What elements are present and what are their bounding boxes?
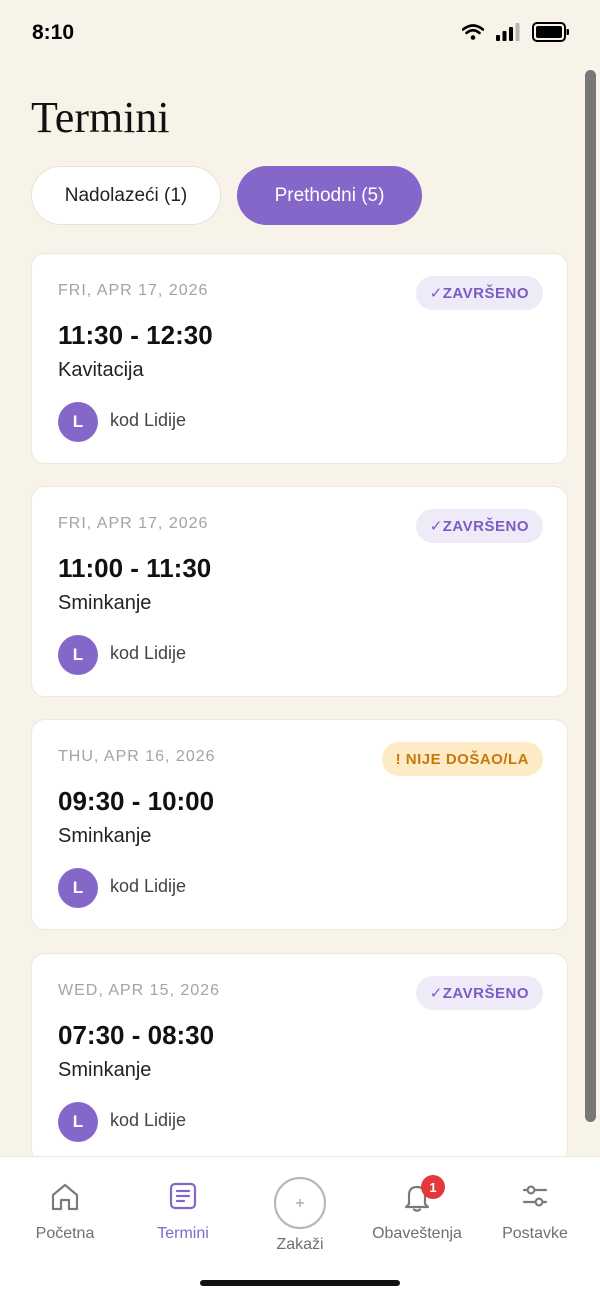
page-title: Termini [31, 93, 170, 142]
nav-settings-label: Postavke [502, 1225, 568, 1242]
avatar: L [58, 635, 98, 675]
appointment-tabs: Nadolazeći (1) Prethodni (5) [31, 166, 422, 225]
nav-appointments[interactable]: Termini [123, 1157, 243, 1257]
notification-count-badge: 1 [421, 1175, 445, 1199]
nav-appointments-label: Termini [157, 1225, 209, 1242]
appointment-date: WED, APR 15, 2026 [58, 982, 220, 999]
tab-previous[interactable]: Prethodni (5) [237, 166, 422, 225]
nav-settings[interactable]: Postavke [475, 1157, 595, 1257]
home-icon [51, 1183, 79, 1211]
nav-home[interactable]: Početna [5, 1157, 125, 1257]
bottom-nav: Početna Termini Zakaži 1 Obaveštenja Pos… [0, 1156, 600, 1299]
status-badge: ✓ZAVRŠENO [415, 276, 543, 310]
battery-icon [532, 22, 569, 42]
provider-name: kod Lidije [110, 1110, 187, 1130]
appointment-card[interactable]: FRI, APR 17, 2026 ✓ZAVRŠENO 11:00 - 11:3… [31, 486, 568, 697]
appointment-time: 07:30 - 08:30 [58, 1020, 215, 1050]
nav-home-label: Početna [35, 1225, 95, 1242]
status-icons [462, 22, 570, 42]
appointment-date: THU, APR 16, 2026 [58, 748, 216, 765]
list-icon [169, 1182, 197, 1210]
status-badge: ✓ZAVRŠENO [415, 509, 543, 543]
signal-icon [496, 23, 520, 41]
provider-name: kod Lidije [110, 876, 187, 896]
nav-notifications-label: Obaveštenja [372, 1225, 462, 1242]
status-badge: ✓ZAVRŠENO [415, 976, 543, 1010]
status-time: 8:10 [32, 21, 75, 44]
plus-icon [273, 1176, 327, 1230]
appointment-card[interactable]: THU, APR 16, 2026 ! NIJE DOŠAO/LA 09:30 … [31, 719, 568, 930]
avatar: L [58, 1102, 98, 1142]
wifi-icon [462, 24, 484, 40]
nav-notifications[interactable]: 1 Obaveštenja [357, 1157, 477, 1257]
service-name: Sminkanje [58, 825, 152, 847]
provider-name: kod Lidije [110, 643, 187, 663]
nav-book-label: Zakaži [276, 1236, 324, 1253]
appointment-time: 11:30 - 12:30 [58, 320, 213, 350]
appointment-card[interactable]: FRI, APR 17, 2026 ✓ZAVRŠENO 11:30 - 12:3… [31, 253, 568, 464]
service-name: Kavitacija [58, 359, 144, 381]
appointment-time: 11:00 - 11:30 [58, 553, 212, 583]
status-badge: ! NIJE DOŠAO/LA [381, 742, 543, 776]
appointment-date: FRI, APR 17, 2026 [58, 282, 209, 299]
avatar: L [58, 402, 98, 442]
appointment-date: FRI, APR 17, 2026 [58, 515, 209, 532]
appointment-time: 09:30 - 10:00 [58, 786, 215, 816]
avatar: L [58, 868, 98, 908]
appointment-card[interactable]: WED, APR 15, 2026 ✓ZAVRŠENO 07:30 - 08:3… [31, 953, 568, 1164]
status-bar: 8:10 [0, 0, 600, 70]
nav-book[interactable]: Zakaži [240, 1157, 360, 1257]
service-name: Sminkanje [58, 592, 152, 614]
scrollbar[interactable] [585, 70, 596, 1122]
service-name: Sminkanje [58, 1059, 152, 1081]
home-indicator [200, 1280, 400, 1286]
tab-upcoming[interactable]: Nadolazeći (1) [31, 166, 221, 225]
provider-name: kod Lidije [110, 410, 187, 430]
sliders-icon [522, 1185, 548, 1207]
